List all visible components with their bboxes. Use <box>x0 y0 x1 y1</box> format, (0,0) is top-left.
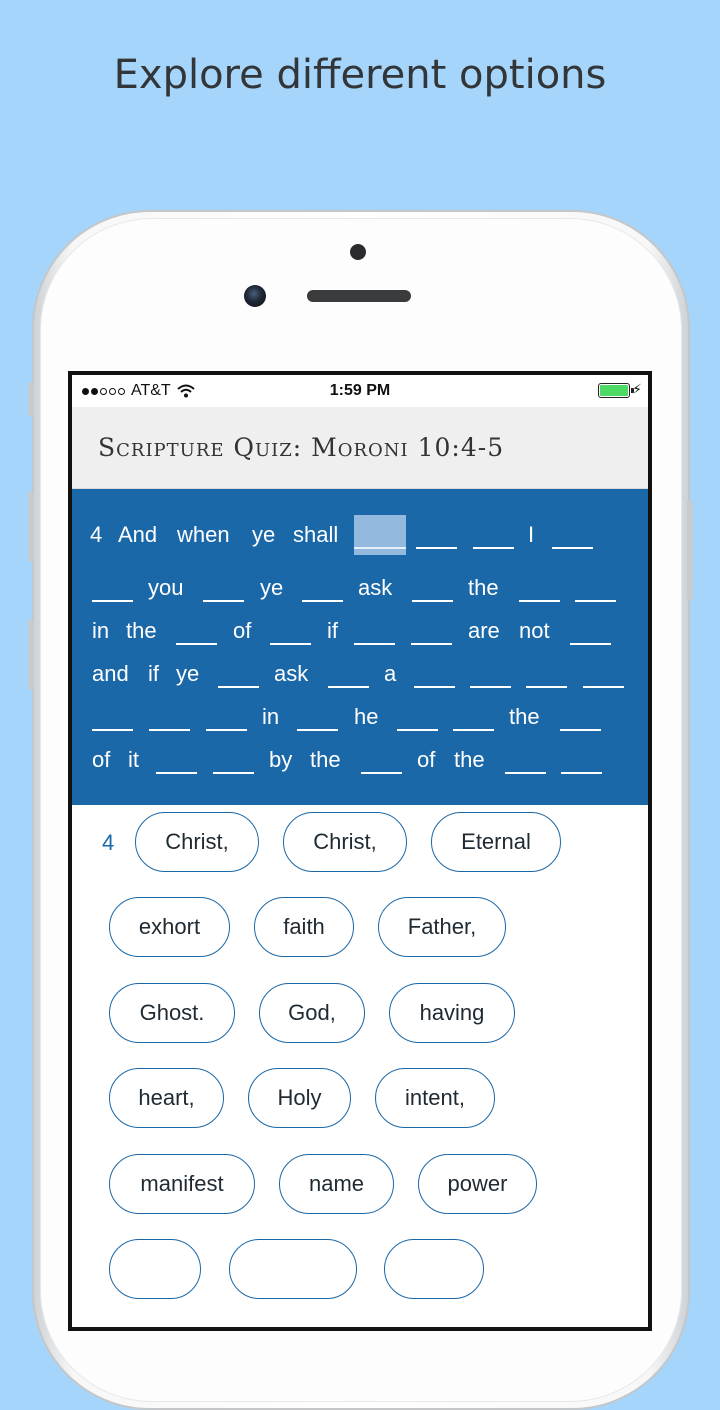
verse-number-label: 4 <box>102 830 115 855</box>
status-time: 1:59 PM <box>329 382 391 399</box>
verse-blank[interactable] <box>149 697 190 737</box>
verse-word: when <box>177 522 230 547</box>
verse-blank[interactable] <box>561 740 602 780</box>
earpiece-speaker <box>307 290 411 302</box>
verse-word: in <box>262 704 280 729</box>
headline: Explore different options <box>113 52 607 98</box>
verse-blank[interactable] <box>575 568 616 608</box>
verse-blank[interactable] <box>453 697 494 737</box>
side-button-volume-up <box>28 492 34 562</box>
verse-word: are <box>468 618 500 643</box>
charging-bolt-icon: ⚡ <box>632 381 642 397</box>
verse-blank[interactable] <box>473 515 514 555</box>
word-option-chip[interactable]: Eternal <box>431 812 561 872</box>
phone-screen: AT&T 1:59 PM ⚡ Scripture Quiz: Moroni 10… <box>68 371 652 1331</box>
word-option-chip[interactable]: power <box>418 1154 537 1214</box>
verse-blank[interactable] <box>560 697 601 737</box>
verse-blank-active[interactable] <box>354 515 406 555</box>
verse-blank[interactable] <box>206 697 247 737</box>
verse-blank[interactable] <box>570 611 611 651</box>
verse-word: the <box>468 575 499 600</box>
verse-blank[interactable] <box>411 611 452 651</box>
verse-blank[interactable] <box>213 740 254 780</box>
status-bar: AT&T 1:59 PM ⚡ <box>72 375 648 407</box>
verse-blank[interactable] <box>552 515 593 555</box>
verse-blank[interactable] <box>412 568 453 608</box>
verse-blank[interactable] <box>176 611 217 651</box>
verse-blank[interactable] <box>302 568 343 608</box>
verse-word: ye <box>260 575 284 600</box>
verse-word: the <box>454 747 485 772</box>
verse-word: and <box>92 661 129 686</box>
verse-word: in <box>92 618 110 643</box>
word-option-chip[interactable]: manifest <box>109 1154 255 1214</box>
word-option-chip[interactable]: having <box>389 983 515 1043</box>
side-button-volume-down <box>28 620 34 690</box>
verse-blank[interactable] <box>470 654 511 694</box>
proximity-sensor <box>350 244 366 260</box>
verse-blank[interactable] <box>416 515 457 555</box>
verse-panel: 4 And when ye shall I you ye ask the in … <box>72 489 648 805</box>
verse-word: shall <box>293 522 339 547</box>
verse-blank[interactable] <box>505 740 546 780</box>
verse-word: of <box>417 747 436 772</box>
page-title: Scripture Quiz: Moroni 10:4-5 <box>98 433 505 462</box>
word-option-chip[interactable]: intent, <box>375 1068 495 1128</box>
front-camera <box>244 285 266 307</box>
word-option-chip-partial[interactable] <box>109 1239 201 1299</box>
verse-word: the <box>126 618 157 643</box>
verse-word: it <box>128 747 139 772</box>
verse-word: if <box>148 661 159 686</box>
verse-blank[interactable] <box>92 568 133 608</box>
verse-blank[interactable] <box>218 654 259 694</box>
word-option-chip[interactable]: Holy <box>248 1068 351 1128</box>
verse-blank[interactable] <box>270 611 311 651</box>
verse-word: And <box>118 522 158 547</box>
word-option-chip[interactable]: Christ, <box>283 812 407 872</box>
verse-blank[interactable] <box>519 568 560 608</box>
verse-word: the <box>509 704 540 729</box>
verse-blank[interactable] <box>92 697 133 737</box>
word-option-chip-partial[interactable] <box>384 1239 484 1299</box>
verse-word: not <box>519 618 550 643</box>
verse-blank[interactable] <box>583 654 624 694</box>
word-option-chip[interactable]: name <box>279 1154 394 1214</box>
verse-word: you <box>148 575 184 600</box>
word-option-chip[interactable]: faith <box>254 897 354 957</box>
verse-blank[interactable] <box>156 740 197 780</box>
word-option-chip[interactable]: Christ, <box>135 812 259 872</box>
word-option-chip[interactable]: God, <box>259 983 365 1043</box>
word-option-chip[interactable]: Ghost. <box>109 983 235 1043</box>
verse-blank[interactable] <box>297 697 338 737</box>
side-button-power <box>687 500 693 600</box>
verse-word: he <box>354 704 379 729</box>
verse-word: ask <box>274 661 309 686</box>
verse-blank[interactable] <box>526 654 567 694</box>
verse-word: ask <box>358 575 393 600</box>
verse-word: of <box>233 618 252 643</box>
verse-word: the <box>310 747 341 772</box>
verse-blank[interactable] <box>397 697 438 737</box>
battery-icon <box>598 383 634 398</box>
verse-blank[interactable] <box>203 568 244 608</box>
word-option-chip[interactable]: Father, <box>378 897 506 957</box>
verse-word: if <box>327 618 338 643</box>
verse-number: 4 <box>90 522 103 547</box>
verse-blank[interactable] <box>354 611 395 651</box>
word-options-panel: 4 Christ, Christ, Eternal exhort faith F… <box>72 805 648 1327</box>
verse-word: by <box>269 747 293 772</box>
verse-blank[interactable] <box>361 740 402 780</box>
verse-word: ye <box>176 661 200 686</box>
word-option-chip[interactable]: exhort <box>109 897 230 957</box>
verse-blank[interactable] <box>414 654 455 694</box>
word-option-chip[interactable]: heart, <box>109 1068 224 1128</box>
side-button-mute <box>28 382 34 416</box>
verse-word: a <box>384 661 397 686</box>
title-bar: Scripture Quiz: Moroni 10:4-5 <box>72 407 648 489</box>
verse-word: I <box>528 522 535 547</box>
word-option-chip-partial[interactable] <box>229 1239 357 1299</box>
verse-blank[interactable] <box>328 654 369 694</box>
verse-word: of <box>92 747 111 772</box>
verse-word: ye <box>252 522 276 547</box>
